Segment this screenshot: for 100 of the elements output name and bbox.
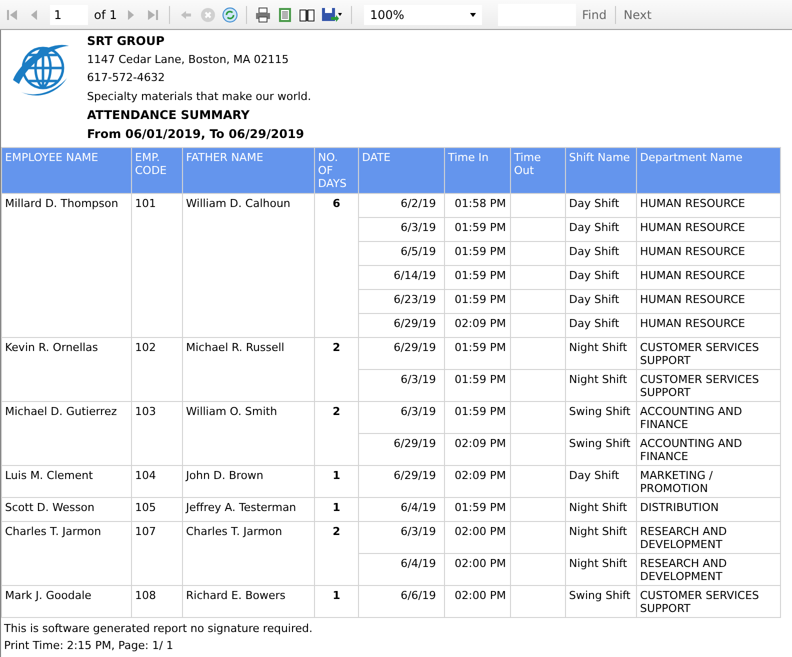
days-count-cell: 1 <box>314 498 358 522</box>
date-cell: 6/29/19 <box>358 338 444 370</box>
date-cell: 6/3/19 <box>358 402 444 434</box>
time-out-cell <box>510 370 566 402</box>
zoom-dropdown[interactable]: 100% <box>364 4 482 24</box>
column-header: FATHER NAME <box>182 148 314 194</box>
report-period: From 06/01/2019, To 06/29/2019 <box>87 126 306 142</box>
page-field[interactable]: 1 <box>50 4 88 24</box>
date-cell: 6/6/19 <box>358 586 444 618</box>
department-cell: ACCOUNTING AND FINANCE <box>636 402 780 434</box>
days-count-cell: 2 <box>314 402 358 466</box>
shift-cell: Swing Shift <box>566 586 636 618</box>
date-cell: 6/3/19 <box>358 522 444 554</box>
time-out-cell <box>510 554 566 586</box>
company-name: SRT GROUP <box>87 33 166 50</box>
company-phone: 617-572-4632 <box>87 70 166 86</box>
column-header: Time In <box>444 148 510 194</box>
company-tagline: Specialty materials that make our world. <box>87 88 312 104</box>
time-in-cell: 01:59 PM <box>444 242 510 266</box>
book-icon[interactable] <box>299 6 316 22</box>
time-in-cell: 02:00 PM <box>444 554 510 586</box>
footer-note: This is software generated report no signature required. <box>4 621 314 637</box>
department-cell: CUSTOMER SERVICES SUPPORT <box>636 370 780 402</box>
time-in-cell: 01:59 PM <box>444 498 510 522</box>
father-name-cell: John D. Brown <box>182 466 314 498</box>
employee-code-cell: 101 <box>132 194 182 338</box>
date-cell: 6/29/19 <box>358 314 444 338</box>
time-in-cell: 01:59 PM <box>444 290 510 314</box>
date-cell: 6/29/19 <box>358 434 444 466</box>
employee-name-cell: Charles T. Jarmon <box>2 522 132 586</box>
department-cell: HUMAN RESOURCE <box>636 290 780 314</box>
shift-cell: Day Shift <box>566 194 636 218</box>
find-link[interactable]: Find <box>582 8 607 22</box>
time-out-cell <box>510 290 566 314</box>
shift-cell: Day Shift <box>566 290 636 314</box>
shift-cell: Night Shift <box>566 522 636 554</box>
time-in-cell: 01:59 PM <box>444 402 510 434</box>
company-address: 1147 Cedar Lane, Boston, MA 02115 <box>87 52 290 68</box>
time-out-cell <box>510 338 566 370</box>
shift-cell: Day Shift <box>566 466 636 498</box>
father-name-cell: William D. Calhoun <box>182 194 314 338</box>
save-icon[interactable] <box>321 6 344 22</box>
page-setup-icon[interactable] <box>277 6 294 22</box>
column-header: NO. OF DAYS <box>314 148 358 194</box>
days-count-cell: 2 <box>314 522 358 586</box>
department-cell: MARKETING / PROMOTION <box>636 466 780 498</box>
page-count: of 1 <box>94 8 118 22</box>
next-link[interactable]: Next <box>624 8 652 22</box>
date-cell: 6/3/19 <box>358 370 444 402</box>
shift-cell: Day Shift <box>566 314 636 338</box>
printer-icon[interactable] <box>255 6 272 22</box>
shift-cell: Night Shift <box>566 338 636 370</box>
department-cell: HUMAN RESOURCE <box>636 218 780 242</box>
time-out-cell <box>510 498 566 522</box>
department-cell: ACCOUNTING AND FINANCE <box>636 434 780 466</box>
shift-cell: Swing Shift <box>566 434 636 466</box>
time-in-cell: 02:09 PM <box>444 314 510 338</box>
column-header: EMP. CODE <box>132 148 182 194</box>
father-name-cell: Richard E. Bowers <box>182 586 314 618</box>
stop-icon[interactable] <box>200 6 216 22</box>
employee-code-cell: 107 <box>132 522 182 586</box>
shift-cell: Night Shift <box>566 554 636 586</box>
time-in-cell: 01:59 PM <box>444 370 510 402</box>
date-cell: 6/2/19 <box>358 194 444 218</box>
department-cell: CUSTOMER SERVICES SUPPORT <box>636 586 780 618</box>
department-cell: HUMAN RESOURCE <box>636 194 780 218</box>
refresh-icon[interactable] <box>222 6 238 22</box>
employee-name-cell: Scott D. Wesson <box>2 498 132 522</box>
employee-code-cell: 105 <box>132 498 182 522</box>
time-in-cell: 01:59 PM <box>444 218 510 242</box>
date-cell: 6/4/19 <box>358 498 444 522</box>
time-in-cell: 01:59 PM <box>444 338 510 370</box>
column-header: Time Out <box>510 148 566 194</box>
time-out-cell <box>510 586 566 618</box>
father-name-cell: Michael R. Russell <box>182 338 314 402</box>
shift-cell: Day Shift <box>566 242 636 266</box>
employee-name-cell: Luis M. Clement <box>2 466 132 498</box>
date-cell: 6/5/19 <box>358 242 444 266</box>
time-out-cell <box>510 266 566 290</box>
column-header: DATE <box>358 148 444 194</box>
employee-name-cell: Mark J. Goodale <box>2 586 132 618</box>
days-count-cell: 1 <box>314 466 358 498</box>
employee-code-cell: 103 <box>132 402 182 466</box>
employee-name-cell: Michael D. Gutierrez <box>2 402 132 466</box>
time-out-cell <box>510 218 566 242</box>
department-cell: CUSTOMER SERVICES SUPPORT <box>636 338 780 370</box>
time-in-cell: 02:00 PM <box>444 586 510 618</box>
report-title: ATTENDANCE SUMMARY <box>87 107 251 124</box>
shift-cell: Day Shift <box>566 218 636 242</box>
time-in-cell: 02:09 PM <box>444 466 510 498</box>
shift-cell: Swing Shift <box>566 402 636 434</box>
days-count-cell: 1 <box>314 586 358 618</box>
column-header: Shift Name <box>566 148 636 194</box>
shift-cell: Day Shift <box>566 266 636 290</box>
employee-code-cell: 102 <box>132 338 182 402</box>
employee-name-cell: Kevin R. Ornellas <box>2 338 132 402</box>
column-header: EMPLOYEE NAME <box>2 148 132 194</box>
time-in-cell: 02:00 PM <box>444 522 510 554</box>
time-in-cell: 01:58 PM <box>444 194 510 218</box>
employee-code-cell: 108 <box>132 586 182 618</box>
